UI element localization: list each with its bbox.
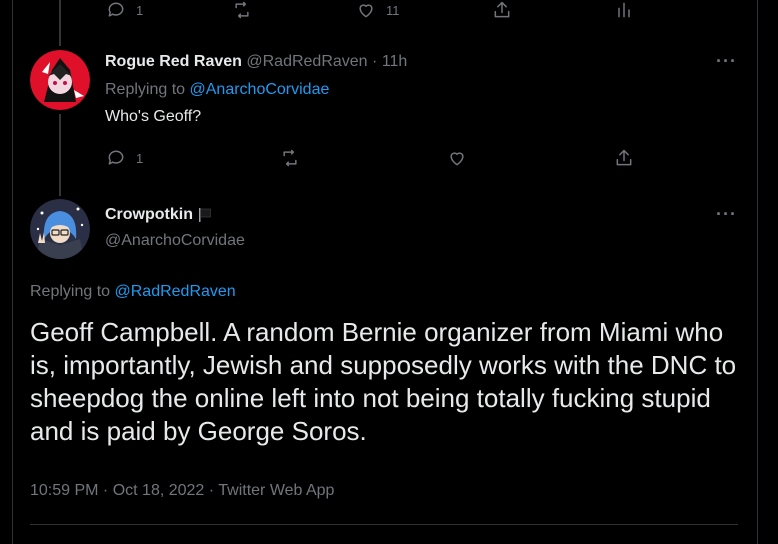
like-count: 11: [386, 2, 400, 18]
share-icon: [494, 1, 510, 18]
thread-line-middle: [59, 114, 61, 196]
thread-line-top: [59, 0, 61, 46]
reply-icon: [108, 150, 124, 165]
reply-header: Rogue Red Raven @RadRedRaven · 11h: [105, 53, 407, 71]
divider: [30, 524, 738, 525]
analytics-icon: [618, 2, 630, 18]
reply-icon: [108, 2, 124, 17]
like-button[interactable]: 11: [356, 0, 400, 20]
black-flag-icon: [199, 208, 211, 222]
avatar[interactable]: [30, 199, 90, 259]
replying-to-label: Replying to: [30, 283, 111, 300]
replying-to-link[interactable]: @RadRedRaven: [115, 283, 236, 300]
heart-icon: [450, 152, 464, 166]
more-options-button[interactable]: ···: [716, 204, 737, 225]
main-header: Crowpotkin: [105, 206, 213, 224]
share-button[interactable]: [492, 0, 512, 20]
display-name[interactable]: Rogue Red Raven: [105, 53, 242, 70]
handle[interactable]: @AnarchoCorvidae: [105, 232, 245, 250]
retweet-button[interactable]: [280, 148, 300, 168]
tweet-text: Who's Geoff?: [105, 108, 202, 125]
rogue-red-raven-avatar-art: [30, 50, 90, 110]
reply-button[interactable]: 1: [106, 0, 143, 20]
replying-to-link[interactable]: @AnarchoCorvidae: [190, 81, 330, 98]
reply-count: 1: [136, 150, 144, 166]
replying-to-label: Replying to: [105, 81, 186, 98]
share-icon: [616, 149, 632, 166]
reply-count: 1: [136, 2, 144, 18]
separator: ·: [372, 53, 378, 70]
display-name[interactable]: Crowpotkin: [105, 206, 193, 224]
crowpotkin-avatar-art: [30, 199, 90, 259]
like-button[interactable]: [447, 148, 467, 168]
avatar[interactable]: [30, 50, 90, 110]
retweet-icon: [283, 149, 297, 167]
heart-icon: [359, 4, 373, 18]
more-options-button[interactable]: ···: [716, 51, 737, 72]
more-icon: ···: [716, 51, 737, 71]
timestamp[interactable]: 11h: [382, 53, 408, 70]
more-icon: ···: [716, 204, 737, 224]
retweet-icon: [235, 1, 249, 19]
replying-to: Replying to @AnarchoCorvidae: [105, 81, 329, 99]
retweet-button[interactable]: [232, 0, 252, 20]
tweet-timestamp[interactable]: 10:59 PM · Oct 18, 2022 · Twitter Web Ap…: [30, 482, 334, 500]
handle[interactable]: @RadRedRaven: [246, 53, 367, 70]
analytics-button[interactable]: [614, 0, 634, 20]
share-button[interactable]: [614, 148, 634, 168]
tweet-text: Geoff Campbell. A random Bernie organize…: [30, 317, 737, 446]
replying-to: Replying to @RadRedRaven: [30, 283, 236, 301]
reply-button[interactable]: 1: [106, 148, 143, 168]
